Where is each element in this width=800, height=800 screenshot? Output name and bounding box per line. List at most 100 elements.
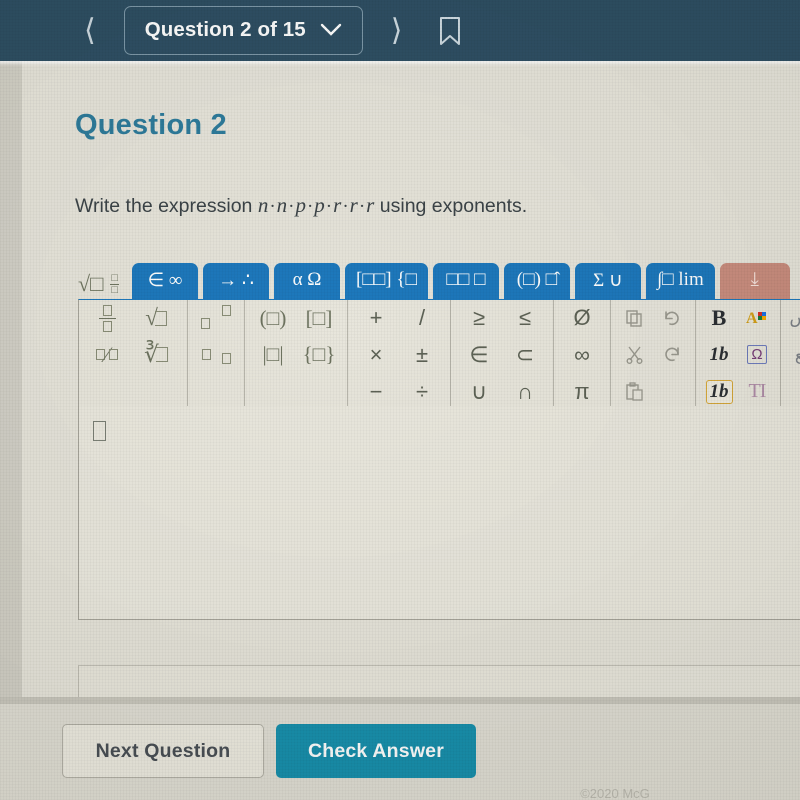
palette-brace-button[interactable]: {□} — [296, 337, 342, 373]
tab-greek[interactable]: α Ω — [274, 263, 340, 299]
palette-symbol: ≥ — [472, 305, 486, 331]
symbol-palette: ⁄ √ ∛ (□) |□| [□] {□} + × − / ± ÷ ≥ ∈ ∪ … — [78, 299, 800, 411]
palette-symbol: (□) — [259, 305, 287, 330]
undo-icon[interactable] — [653, 300, 691, 336]
bold-italic-button[interactable]: 1b — [700, 374, 738, 410]
palette-intersect-button[interactable]: ∩ — [502, 374, 548, 410]
palette-symbol: × — [369, 341, 383, 367]
palette-abs-button[interactable]: |□| — [250, 337, 296, 373]
palette-symbol: [□] — [305, 305, 333, 330]
next-question-icon[interactable]: ⟩ — [383, 14, 411, 48]
palette-spacer — [84, 374, 130, 410]
tab-scripts[interactable]: □□ □ — [432, 263, 499, 299]
tab-sets[interactable]: ∈ ∞ — [132, 263, 198, 299]
prompt-prefix: Write the expression — [75, 195, 253, 217]
palette-spacer — [250, 374, 296, 410]
prompt-suffix: using exponents. — [379, 195, 528, 217]
palette-minus-button[interactable]: − — [353, 374, 399, 410]
answer-secondary-row — [78, 665, 800, 699]
palette-group-operators: + × − / ± ÷ — [348, 300, 451, 410]
palette-group-fractions: ⁄ √ ∛ — [79, 300, 188, 410]
copy-icon[interactable] — [615, 300, 653, 336]
palette-pi-button[interactable]: π — [559, 374, 605, 410]
question-selector-dropdown[interactable]: Question 2 of 15 — [123, 6, 363, 55]
text-tool-label: TI — [748, 380, 767, 403]
palette-plusminus-button[interactable]: ± — [399, 337, 445, 373]
palette-emptyset-button[interactable]: Ø — [559, 300, 605, 336]
script-arabic-2-button[interactable]: مع — [785, 337, 800, 373]
palette-symbol: ∈ — [469, 341, 489, 367]
tab-label: α Ω — [292, 269, 322, 290]
copyright-text: ©2020 McG — [580, 786, 650, 800]
palette-symbol: / — [418, 305, 426, 331]
expression-dot: · — [358, 196, 366, 217]
palette-leq-button[interactable]: ≤ — [502, 300, 548, 336]
palette-symbol: π — [574, 378, 590, 404]
radical-icon: √□ — [78, 271, 104, 296]
palette-group-brackets: (□) |□| [□] {□} — [245, 300, 348, 410]
cut-icon[interactable] — [615, 337, 653, 373]
tab-insert[interactable]: ⤓ — [719, 263, 790, 299]
answer-input[interactable] — [78, 406, 800, 620]
tools-spacer — [785, 374, 800, 410]
symbol-button[interactable]: Ω — [738, 337, 776, 373]
script-label: مع — [794, 344, 800, 365]
tab-label: ∫□ lim — [656, 269, 704, 290]
math-editor-tabrow: √□ □ □ ∈ ∞ → ∴ α Ω [□□] {□ □□ □ (□) □̂ Σ … — [78, 257, 800, 299]
text-tool-button[interactable]: TI — [738, 374, 776, 410]
palette-subscript-button[interactable] — [193, 337, 239, 373]
palette-fraction-button[interactable] — [84, 300, 130, 336]
symbol-label: Ω — [747, 345, 767, 365]
palette-group-relations: ≥ ∈ ∪ ≤ ⊂ ∩ — [451, 300, 554, 410]
tab-calculus[interactable]: ∫□ lim — [645, 263, 715, 299]
palette-spacer — [130, 374, 176, 410]
expression-dot: · — [325, 196, 333, 217]
palette-group-clipboard — [611, 300, 696, 410]
palette-square-root-button[interactable]: √ — [130, 300, 182, 336]
palette-element-button[interactable]: ∈ — [456, 337, 502, 373]
redo-icon[interactable] — [653, 337, 691, 373]
italic-button[interactable]: 1b — [700, 337, 738, 373]
bookmark-icon[interactable] — [437, 15, 463, 47]
editor-brand-icons: √□ □ □ — [78, 271, 120, 297]
script-label: وس — [789, 308, 800, 329]
palette-symbol: ∩ — [517, 378, 533, 404]
previous-question-icon[interactable]: ⟨ — [76, 14, 104, 48]
palette-superscript-button[interactable] — [193, 300, 239, 336]
palette-times-button[interactable]: × — [353, 337, 399, 373]
tab-label: ⤓ — [750, 269, 759, 290]
text-color-icon[interactable]: A — [738, 300, 776, 336]
next-question-button[interactable]: Next Question — [62, 724, 264, 778]
palette-nth-root-button[interactable]: ∛ — [130, 337, 182, 373]
palette-subset-button[interactable]: ⊂ — [502, 337, 548, 373]
question-card: Question 2 Write the expression n·n·p·p·… — [22, 61, 800, 746]
palette-symbol: ÷ — [415, 378, 429, 404]
tab-arrows[interactable]: → ∴ — [203, 263, 269, 299]
palette-group-scripts — [188, 300, 245, 410]
paste-icon[interactable] — [615, 374, 653, 410]
palette-paren-button[interactable]: (□) — [250, 300, 296, 336]
palette-divide-button[interactable]: ÷ — [399, 374, 445, 410]
palette-group-formatting: B 1b 1b A Ω TI — [696, 300, 781, 410]
expression-term: p — [295, 193, 306, 217]
top-navigation-bar: ⟨ Question 2 of 15 ⟩ — [0, 0, 800, 61]
palette-symbol: ⊂ — [515, 341, 535, 367]
tab-matrices[interactable]: [□□] {□ — [345, 263, 428, 299]
tab-decorations[interactable]: (□) □̂ — [503, 263, 570, 299]
script-arabic-1-button[interactable]: وس — [785, 300, 800, 336]
palette-slash-button[interactable]: / — [399, 300, 445, 336]
palette-square-bracket-button[interactable]: [□] — [296, 300, 342, 336]
palette-geq-button[interactable]: ≥ — [456, 300, 502, 336]
header-shadow — [0, 61, 800, 66]
palette-infinity-button[interactable]: ∞ — [559, 337, 605, 373]
palette-union-button[interactable]: ∪ — [456, 374, 502, 410]
tab-bigops[interactable]: Σ ∪ — [574, 263, 641, 299]
palette-symbol: ∪ — [470, 378, 488, 404]
math-editor: √□ □ □ ∈ ∞ → ∴ α Ω [□□] {□ □□ □ (□) □̂ Σ … — [78, 257, 800, 411]
chevron-down-icon — [320, 23, 341, 36]
palette-percent-fraction-button[interactable]: ⁄ — [84, 337, 130, 373]
palette-plus-button[interactable]: + — [353, 300, 399, 336]
check-answer-button[interactable]: Check Answer — [276, 724, 476, 778]
tab-label: ∈ ∞ — [147, 269, 183, 291]
bold-button[interactable]: B — [700, 300, 738, 336]
